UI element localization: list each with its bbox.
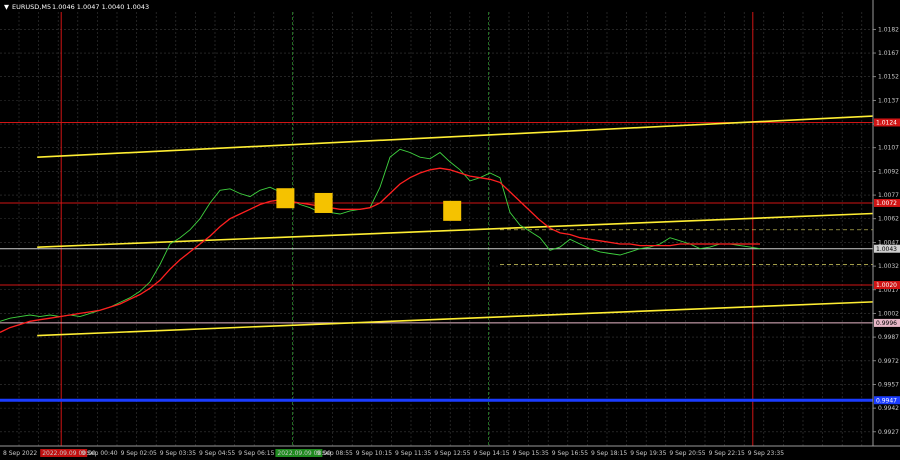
x-tick-label: 9 Sep 15:35 (513, 450, 549, 457)
x-tick-label: 9 Sep 23:35 (748, 450, 784, 457)
x-tick-label: 9 Sep 12:55 (434, 450, 470, 457)
x-tick-label: 9 Sep 14:15 (473, 450, 509, 457)
price-chart[interactable]: 1.01821.01671.01521.01371.01221.01071.00… (0, 0, 900, 460)
y-tick-label: 0.9927 (878, 429, 899, 436)
price-tag-label: 0.9996 (876, 320, 897, 327)
x-tick-label: 9 Sep 02:05 (121, 450, 157, 457)
signal-box (314, 192, 333, 213)
x-tick-label: 9 Sep 08:55 (317, 450, 353, 457)
x-tick-label: 9 Sep 10:15 (356, 450, 392, 457)
y-tick-label: 0.9987 (878, 334, 899, 341)
price-tag-label: 1.0043 (876, 246, 897, 253)
y-tick-label: 1.0077 (878, 192, 899, 199)
y-tick-label: 0.9972 (878, 358, 899, 365)
x-tick-label: 9 Sep 20:55 (669, 450, 705, 457)
y-tick-label: 1.0182 (878, 26, 899, 33)
x-tick-label: 9 Sep 03:35 (160, 450, 196, 457)
x-tick-label: 9 Sep 06:15 (238, 450, 274, 457)
x-tick-label: 9 Sep 11:35 (395, 450, 431, 457)
y-tick-label: 1.0137 (878, 97, 899, 104)
y-tick-label: 0.9957 (878, 381, 899, 388)
y-tick-label: 1.0032 (878, 263, 899, 270)
x-tick-label: 9 Sep 22:15 (709, 450, 745, 457)
price-tag-label: 1.0072 (876, 200, 897, 207)
signal-box (276, 188, 295, 209)
ohlc-readout: 1.0046 1.0047 1.0040 1.0043 (52, 3, 149, 11)
price-tag-label: 1.0124 (876, 120, 897, 127)
header-arrow-icon[interactable]: ▼ (4, 3, 9, 11)
price-tag-label: 1.0020 (876, 282, 897, 289)
y-tick-label: 1.0107 (878, 145, 899, 152)
symbol-label: EURUSD,M5 (12, 3, 51, 11)
y-tick-label: 1.0167 (878, 50, 899, 57)
y-tick-label: 1.0062 (878, 216, 899, 223)
signal-box (443, 200, 462, 221)
chart-header: ▼ EURUSD,M5 1.0046 1.0047 1.0040 1.0043 (4, 3, 149, 11)
price-tag-label: 0.9947 (876, 397, 897, 404)
y-tick-label: 1.0002 (878, 310, 899, 317)
x-tick-label: 9 Sep 16:55 (552, 450, 588, 457)
x-tick-label: 9 Sep 04:55 (199, 450, 235, 457)
y-tick-label: 0.9942 (878, 405, 899, 412)
x-tick-label: 9 Sep 00:40 (81, 450, 117, 457)
x-tick-label: 9 Sep 18:15 (591, 450, 627, 457)
y-tick-label: 1.0092 (878, 168, 899, 175)
x-tick-label: 9 Sep 19:35 (630, 450, 666, 457)
y-tick-label: 1.0152 (878, 74, 899, 81)
x-tick-label: 8 Sep 2022 (3, 450, 37, 457)
